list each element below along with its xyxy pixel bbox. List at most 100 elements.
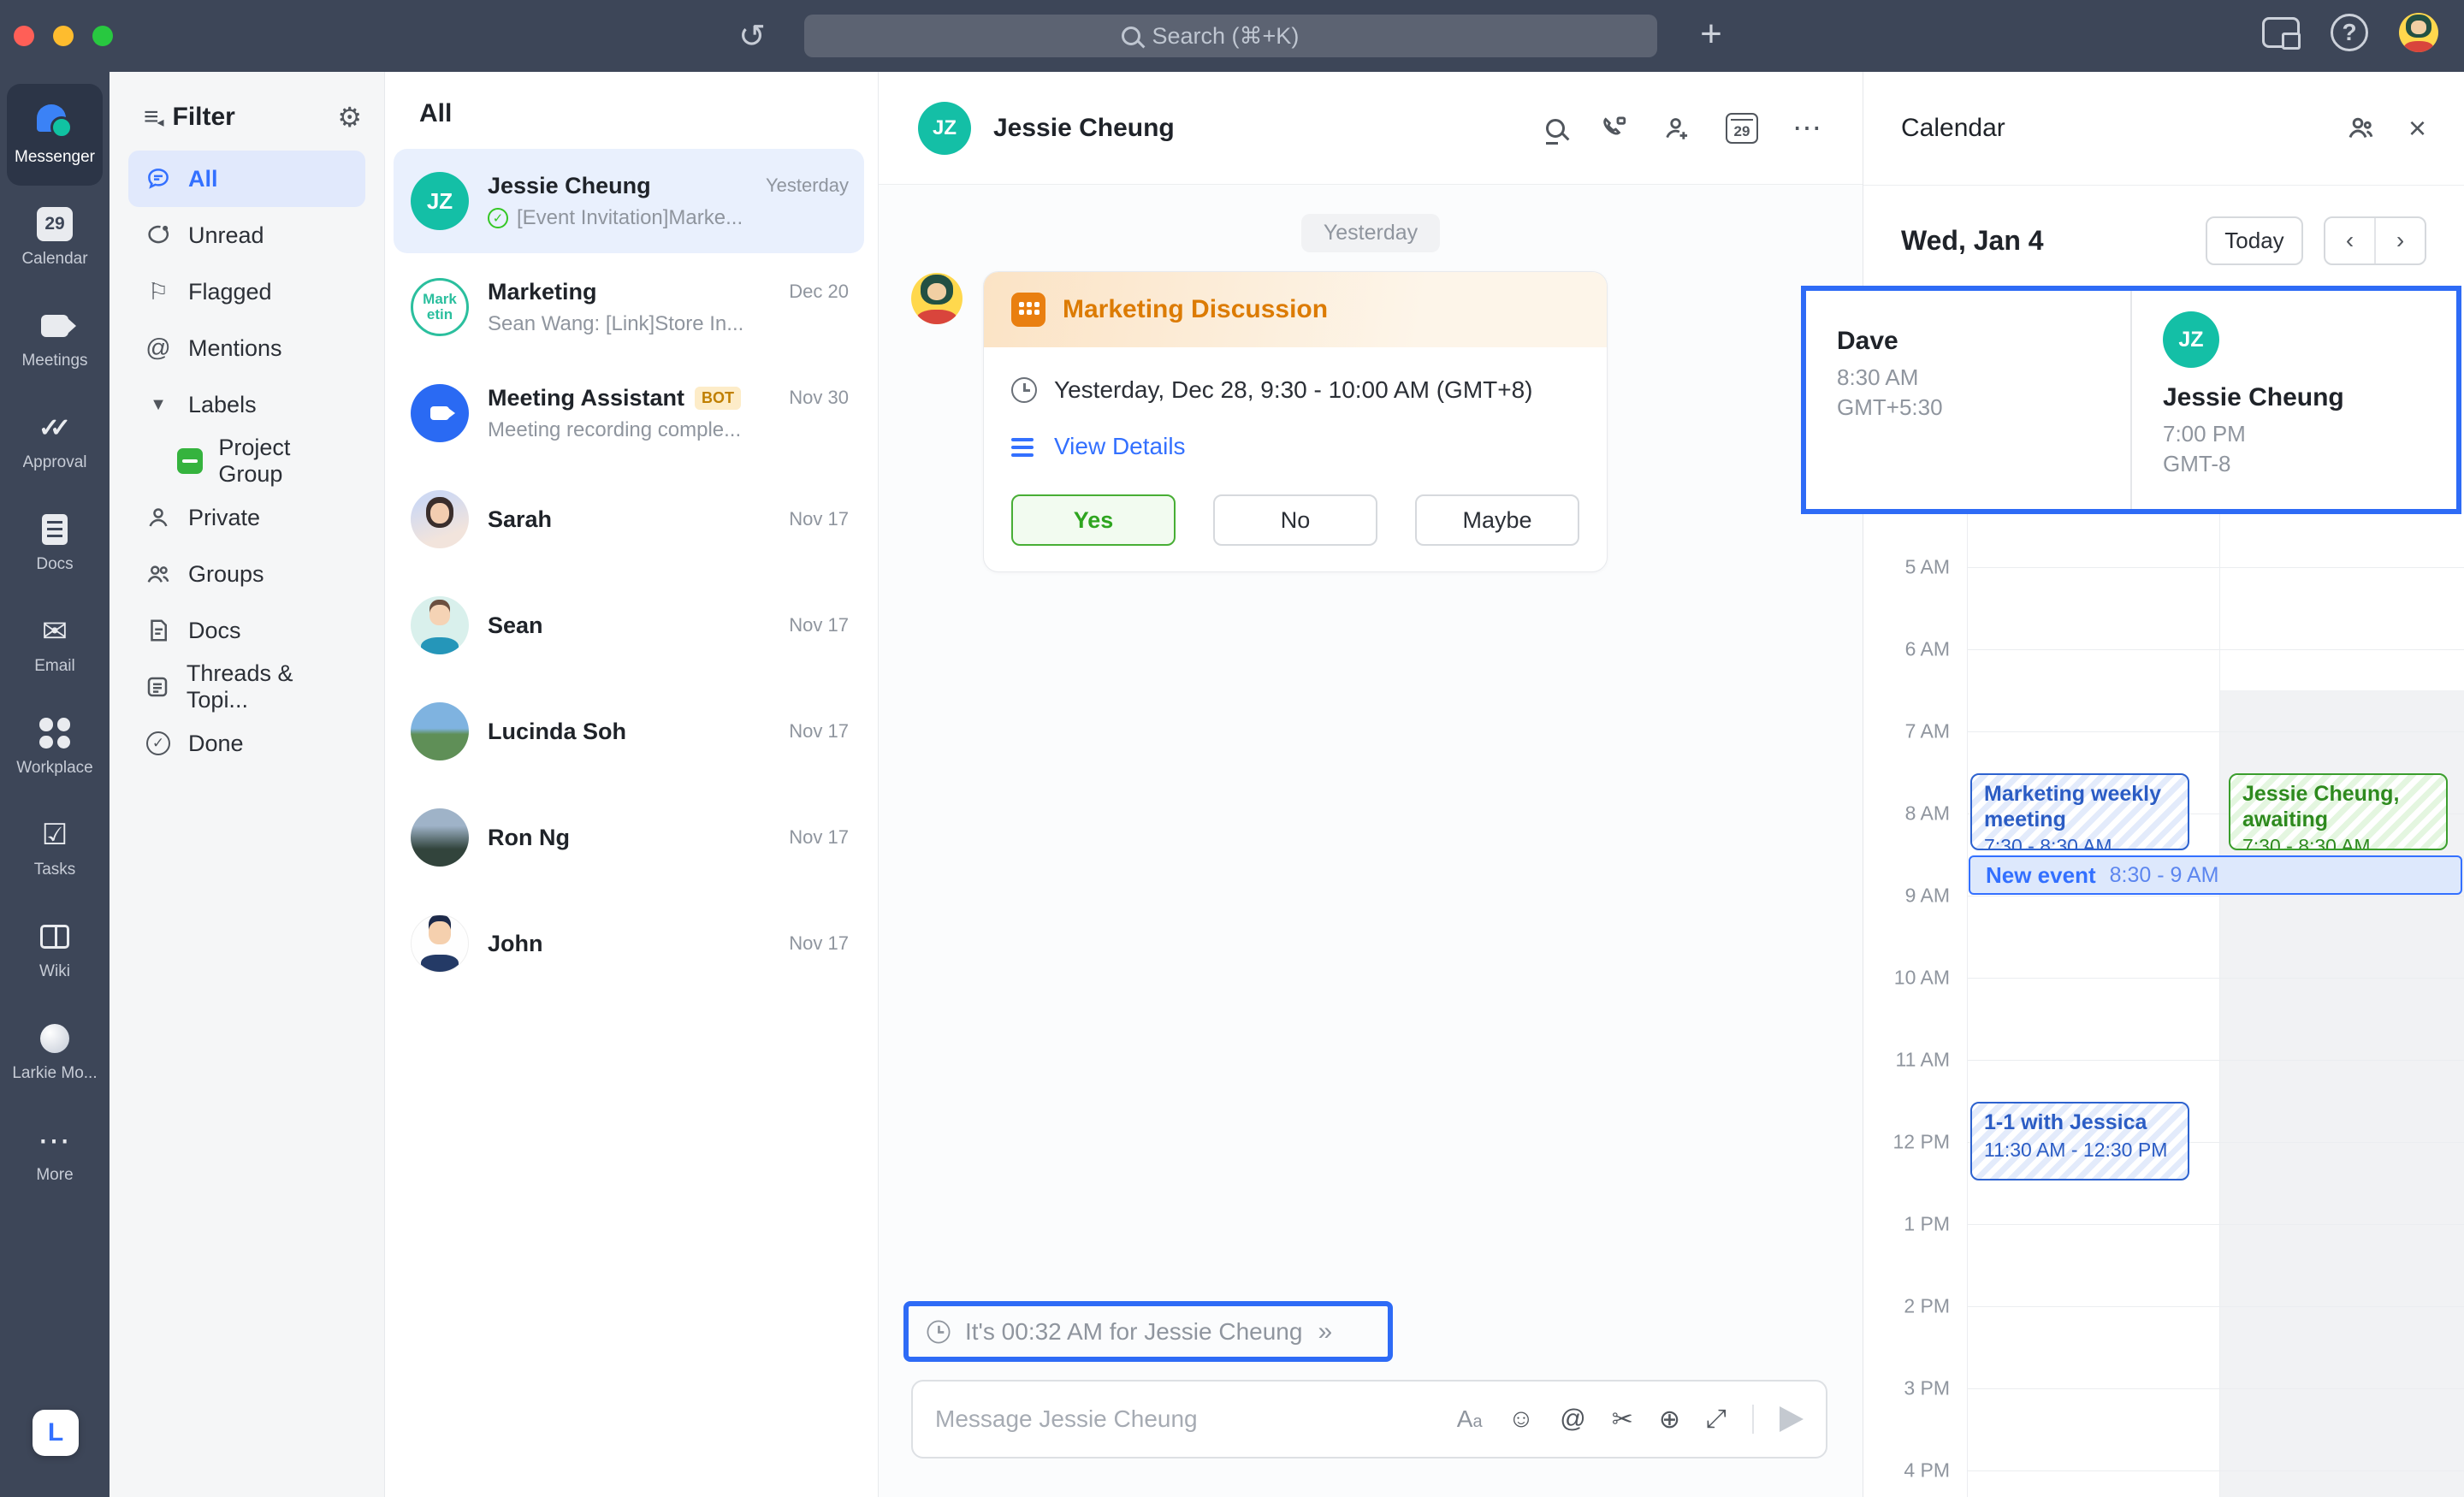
send-icon[interactable] [1780,1406,1804,1432]
sidebar-item-calendar[interactable]: 29 Calendar [7,186,103,287]
document-icon [144,618,173,643]
sender-avatar[interactable] [911,273,962,324]
chat-row-sarah[interactable]: Sarah Nov 17 [394,467,864,571]
emoji-icon[interactable]: ☺ [1508,1405,1535,1434]
font-style-icon[interactable]: Aa [1457,1405,1483,1433]
close-icon[interactable]: × [2408,115,2426,141]
call-icon[interactable] [1599,114,1628,143]
today-button[interactable]: Today [2206,216,2303,265]
search-in-chat-icon[interactable] [1546,119,1565,138]
rsvp-no-button[interactable]: No [1213,494,1377,546]
mention-icon[interactable]: @ [1560,1405,1585,1434]
event-new[interactable]: New event 8:30 - 9 AM [1969,855,2462,895]
new-chat-button[interactable]: + [1690,14,1732,56]
rsvp-yes-button[interactable]: Yes [1011,494,1176,546]
event-time: 8:30 - 9 AM [2110,863,2219,888]
event-marketing-weekly[interactable]: Marketing weekly meeting 7:30 - 8:30 AM [1970,773,2189,850]
sidebar-item-email[interactable]: ✉ Email [7,593,103,695]
zoom-window-button[interactable] [92,26,113,46]
event-jessie-awaiting[interactable]: Jessie Cheung, awaiting 7:30 - 8:30 AM [2229,773,2448,850]
chat-row-ron[interactable]: Ron Ng Nov 17 [394,785,864,890]
rsvp-maybe-button[interactable]: Maybe [1415,494,1579,546]
timezone-hint[interactable]: It's 00:32 AM for Jessie Cheung » [903,1301,1393,1362]
chat-row-meeting-assistant[interactable]: Meeting Assistant BOT Nov 30 Meeting rec… [394,361,864,465]
chat-date: Nov 17 [780,720,849,743]
filter-item-label: Project Group [218,435,350,488]
screenshot-icon[interactable]: ✂ [1612,1405,1633,1435]
chat-name: John [488,931,543,957]
filter-item-all[interactable]: All [128,151,365,207]
global-search[interactable] [804,15,1657,57]
sidebar-label: Larkie Mo... [12,1064,97,1083]
time-label: 7 AM [1863,720,1950,743]
chat-preview: [Event Invitation]Marke... [517,206,743,230]
event-invitation-card[interactable]: Marketing Discussion Yesterday, Dec 28, … [983,271,1608,572]
sidebar-item-workplace[interactable]: Workplace [7,695,103,796]
chat-row-sean[interactable]: Sean Nov 17 [394,573,864,677]
close-window-button[interactable] [14,26,34,46]
profile-timezone: GMT+5:30 [1837,394,2130,421]
help-icon[interactable]: ? [2331,14,2368,51]
expand-icon[interactable]: ⤢ [1706,1405,1727,1434]
chat-name: Meeting Assistant [488,385,684,411]
attendees-icon[interactable] [2345,113,2376,144]
chat-row-jessie[interactable]: JZ Jessie Cheung Yesterday ✓[Event Invit… [394,149,864,253]
message-input[interactable] [935,1405,1457,1433]
search-input[interactable] [1152,23,1341,50]
view-details-link[interactable]: View Details [1054,433,1186,460]
more-actions-icon[interactable]: ⋯ [1792,111,1823,145]
filter-item-threads[interactable]: Threads & Topi... [128,659,365,715]
email-icon: ✉ [42,613,68,649]
workspace-avatar[interactable]: L [33,1410,79,1456]
user-avatar[interactable] [2399,13,2438,52]
filter-item-groups[interactable]: Groups [128,546,365,602]
event-1-1-jessica[interactable]: 1-1 with Jessica 11:30 AM - 12:30 PM [1970,1102,2189,1180]
workspace-switch-icon[interactable] [2262,17,2300,48]
sidebar-item-meetings[interactable]: Meetings [7,287,103,389]
chat-row-john[interactable]: John Nov 17 [394,891,864,996]
chat-name: Marketing [488,279,597,305]
filter-item-labels[interactable]: ▼ Labels [128,376,365,433]
filter-item-docs[interactable]: Docs [128,602,365,659]
chat-date: Nov 17 [780,826,849,849]
sidebar-item-tasks[interactable]: ☑ Tasks [7,796,103,898]
next-day-button[interactable]: › [2374,218,2425,263]
filter-item-label: Mentions [188,335,282,362]
time-label: 9 AM [1863,885,1950,908]
add-member-icon[interactable] [1662,114,1691,143]
prev-day-button[interactable]: ‹ [2325,218,2374,263]
sidebar-item-messenger[interactable]: Messenger [7,84,103,186]
event-title: Marketing Discussion [1063,295,1328,324]
filter-item-unread[interactable]: Unread [128,207,365,263]
chat-row-lucinda[interactable]: Lucinda Soh Nov 17 [394,679,864,784]
filter-item-mentions[interactable]: @ Mentions [128,320,365,376]
attach-icon[interactable]: ⊕ [1659,1405,1680,1435]
filter-item-project-group[interactable]: Project Group [161,433,365,489]
sidebar-item-docs[interactable]: Docs [7,491,103,593]
time-label: 4 PM [1863,1459,1950,1482]
filter-item-private[interactable]: Private [128,489,365,546]
sidebar-item-wiki[interactable]: Wiki [7,898,103,1000]
wiki-icon [40,925,69,949]
chat-date: Nov 30 [780,387,849,409]
chat-name: Jessie Cheung [488,173,651,199]
chat-date: Nov 17 [780,932,849,955]
chat-row-marketing[interactable]: Mark etin Marketing Dec 20 Sean Wang: [L… [394,255,864,359]
message-composer[interactable]: Aa ☺ @ ✂ ⊕ ⤢ [911,1380,1827,1459]
minimize-window-button[interactable] [53,26,74,46]
history-icon[interactable]: ↺ [734,19,770,55]
filter-item-done[interactable]: ✓ Done [128,715,365,772]
window-controls[interactable] [14,26,113,46]
sidebar-item-more[interactable]: ⋯ More [7,1102,103,1204]
sidebar-item-larkie[interactable]: Larkie Mo... [7,1000,103,1102]
calendar-icon[interactable]: 29 [1726,113,1758,144]
event-time: 11:30 AM - 12:30 PM [1984,1139,2176,1162]
sidebar-item-approval[interactable]: ✓✓ Approval [7,389,103,491]
gear-icon[interactable]: ⚙ [337,101,362,133]
sidebar-label: More [36,1166,73,1185]
time-label: 6 AM [1863,638,1950,661]
avatar [411,808,469,867]
filter-item-flagged[interactable]: ⚐ Flagged [128,263,365,320]
avatar[interactable]: JZ [918,102,971,155]
calendar-grid[interactable]: 5 AM 6 AM 7 AM 8 AM 9 AM 10 AM 11 AM 12 … [1863,514,2464,1497]
